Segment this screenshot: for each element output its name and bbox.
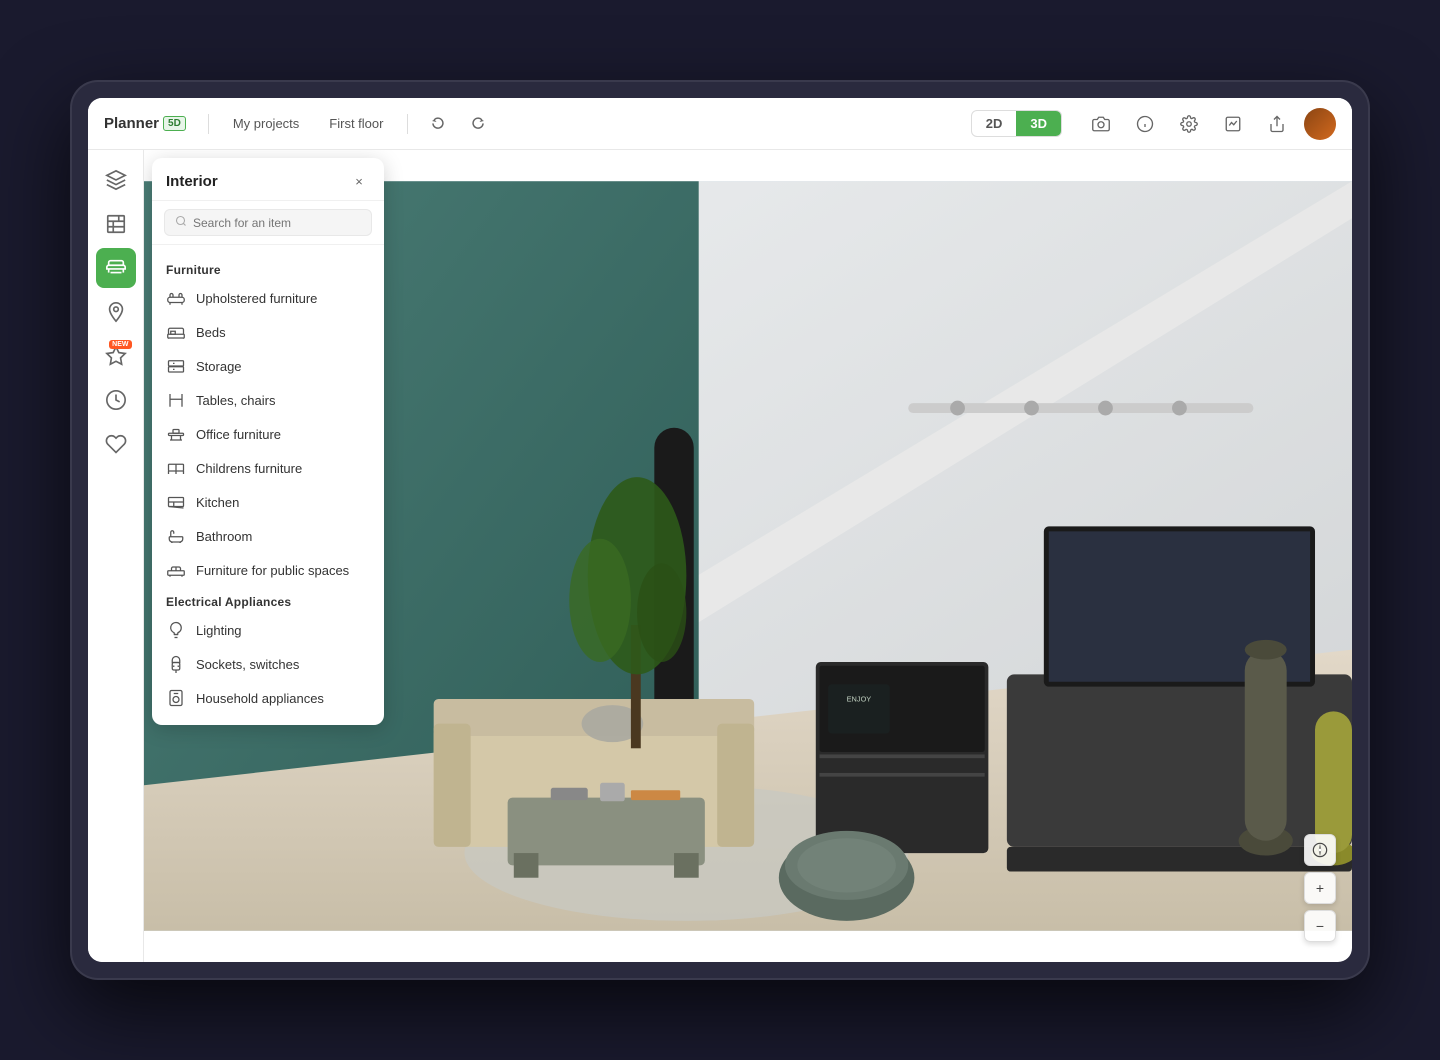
menu-item-kitchen[interactable]: Kitchen (152, 485, 384, 519)
info-button[interactable] (1128, 107, 1162, 141)
beds-label: Beds (196, 325, 226, 340)
view-toggle: 2D 3D (971, 110, 1062, 137)
camera-button[interactable] (1084, 107, 1118, 141)
menu-item-childrens[interactable]: Childrens furniture (152, 451, 384, 485)
compass-button[interactable] (1304, 834, 1336, 866)
menu-item-upholstered[interactable]: Upholstered furniture (152, 281, 384, 315)
undo-button[interactable] (422, 107, 456, 141)
user-avatar[interactable] (1304, 108, 1336, 140)
storage-label: Storage (196, 359, 242, 374)
menu-item-sockets[interactable]: Sockets, switches (152, 647, 384, 681)
appliances-icon (166, 688, 186, 708)
furniture-icon (105, 257, 127, 279)
panel-header: Interior × (152, 158, 384, 201)
device-frame: Planner 5D My projects First floor (70, 80, 1370, 980)
zoom-out-button[interactable]: − (1304, 910, 1336, 942)
public-icon (166, 560, 186, 580)
panel-content: Furniture Uph (152, 245, 384, 725)
search-input[interactable] (193, 216, 361, 230)
main-area: NEW (88, 150, 1352, 962)
sidebar-item-decor[interactable] (96, 292, 136, 332)
search-icon (175, 215, 187, 230)
upholstered-icon (166, 288, 186, 308)
menu-item-public[interactable]: Furniture for public spaces (152, 553, 384, 587)
view-2d-button[interactable]: 2D (972, 111, 1017, 136)
sidebar-item-furniture[interactable] (96, 248, 136, 288)
kitchen-label: Kitchen (196, 495, 239, 510)
electrical-category-label: Electrical Appliances (152, 587, 384, 613)
chart-icon (1224, 115, 1242, 133)
sidebar-item-floors[interactable] (96, 160, 136, 200)
sidebar-icons: NEW (88, 150, 144, 962)
share-icon (1268, 115, 1286, 133)
current-project-link[interactable]: First floor (319, 112, 393, 135)
canvas-controls: + − (1304, 834, 1336, 942)
menu-item-storage[interactable]: Storage (152, 349, 384, 383)
lighting-icon (166, 620, 186, 640)
topbar: Planner 5D My projects First floor (88, 98, 1352, 150)
walls-icon (105, 213, 127, 235)
bathroom-label: Bathroom (196, 529, 252, 544)
new-badge: NEW (109, 340, 131, 349)
menu-item-tables-chairs[interactable]: Tables, chairs (152, 383, 384, 417)
clock-icon (105, 389, 127, 411)
sockets-icon (166, 654, 186, 674)
interior-panel: Interior × (152, 158, 384, 725)
beds-icon (166, 322, 186, 342)
search-box (164, 209, 372, 236)
view-3d-button[interactable]: 3D (1016, 111, 1061, 136)
menu-item-beds[interactable]: Beds (152, 315, 384, 349)
bathroom-icon (166, 526, 186, 546)
panel-close-button[interactable]: × (348, 170, 370, 192)
sidebar-item-favorites[interactable] (96, 424, 136, 464)
redo-icon (469, 116, 485, 132)
camera-icon (1092, 115, 1110, 133)
info-icon (1136, 115, 1154, 133)
appliances-label: Household appliances (196, 691, 324, 706)
menu-item-bathroom[interactable]: Bathroom (152, 519, 384, 553)
office-label: Office furniture (196, 427, 281, 442)
upholstered-label: Upholstered furniture (196, 291, 317, 306)
menu-item-office[interactable]: Office furniture (152, 417, 384, 451)
sidebar-item-history[interactable] (96, 380, 136, 420)
chart-button[interactable] (1216, 107, 1250, 141)
svg-text:ENJOY: ENJOY (847, 694, 872, 703)
sidebar-item-walls[interactable] (96, 204, 136, 244)
childrens-label: Childrens furniture (196, 461, 302, 476)
sidebar-item-new[interactable]: NEW (96, 336, 136, 376)
heart-icon (105, 433, 127, 455)
my-projects-link[interactable]: My projects (223, 112, 309, 135)
sockets-label: Sockets, switches (196, 657, 299, 672)
tables-chairs-icon (166, 390, 186, 410)
app-window: Planner 5D My projects First floor (88, 98, 1352, 962)
menu-item-appliances[interactable]: Household appliances (152, 681, 384, 715)
compass-icon (1312, 842, 1328, 858)
tables-chairs-label: Tables, chairs (196, 393, 275, 408)
zoom-in-button[interactable]: + (1304, 872, 1336, 904)
office-icon (166, 424, 186, 444)
undo-redo-group (422, 107, 494, 141)
settings-button[interactable] (1172, 107, 1206, 141)
panel-title: Interior (166, 173, 218, 190)
furniture-category-label: Furniture (152, 255, 384, 281)
kitchen-icon (166, 492, 186, 512)
public-label: Furniture for public spaces (196, 563, 349, 578)
floors-icon (105, 169, 127, 191)
app-badge: 5D (163, 116, 186, 131)
share-button[interactable] (1260, 107, 1294, 141)
storage-icon (166, 356, 186, 376)
app-logo: Planner 5D (104, 115, 186, 132)
divider-1 (208, 114, 209, 134)
app-name: Planner (104, 115, 159, 132)
divider-2 (407, 114, 408, 134)
redo-button[interactable] (460, 107, 494, 141)
childrens-icon (166, 458, 186, 478)
panel-search (152, 201, 384, 245)
undo-icon (431, 116, 447, 132)
lighting-label: Lighting (196, 623, 242, 638)
settings-icon (1180, 115, 1198, 133)
menu-item-lighting[interactable]: Lighting (152, 613, 384, 647)
decor-icon (105, 301, 127, 323)
canvas-area[interactable]: ENJOY (144, 150, 1352, 962)
